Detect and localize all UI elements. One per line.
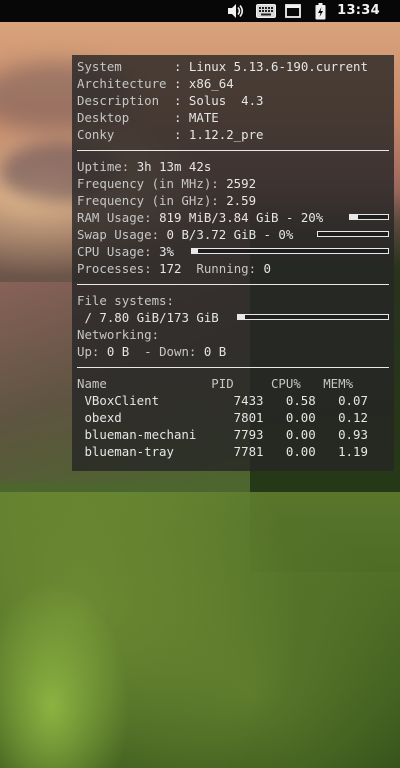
process-header-pid: PID	[211, 376, 271, 391]
cpu-usage-row: CPU Usage: 3%	[77, 243, 389, 260]
process-cpu: 0.00	[263, 410, 316, 425]
networking-label: Networking:	[77, 327, 160, 342]
info-label: Desktop	[77, 110, 167, 125]
divider	[77, 367, 389, 368]
info-row-architecture: Architecture : x86_64	[77, 76, 234, 91]
filesystem-root-bar	[237, 314, 389, 320]
info-value: MATE	[188, 110, 219, 125]
swap-usage-label: Swap Usage:	[77, 227, 160, 242]
battery-charging-icon[interactable]	[313, 2, 327, 20]
processes-value: 172	[159, 261, 182, 276]
processes-label: Processes:	[77, 261, 152, 276]
wallpaper-bush	[0, 582, 130, 768]
filesystem-root-value: / 7.80 GiB/173 GiB	[84, 310, 219, 325]
process-row: blueman-tray 7781 0.00 1.19	[77, 443, 389, 460]
running-value: 0	[263, 261, 272, 276]
processes-row: Processes: 172 Running: 0	[77, 260, 389, 277]
divider	[77, 284, 389, 285]
process-table-header: Name PID CPU% MEM%	[77, 375, 389, 392]
process-header-name: Name	[77, 376, 212, 391]
ram-usage-value: 819 MiB/3.84 GiB - 20%	[159, 210, 324, 225]
info-row-system: System : Linux 5.13.6-190.current	[77, 59, 368, 74]
clock[interactable]: 13:34	[337, 3, 380, 18]
running-label: Running:	[196, 261, 257, 276]
networking-heading-row: Networking:	[77, 326, 389, 343]
frequency-ghz-label: Frequency (in GHz):	[77, 193, 219, 208]
frequency-ghz-value: 2.59	[226, 193, 257, 208]
frequency-mhz-row: Frequency (in MHz): 2592	[77, 175, 389, 192]
process-pid: 7781	[196, 444, 264, 459]
process-row: blueman-mechani 7793 0.00 0.93	[77, 426, 389, 443]
swap-usage-row: Swap Usage: 0 B/3.72 GiB - 0%	[77, 226, 389, 243]
network-up-label: Up:	[77, 344, 100, 359]
info-row-description: Description : Solus 4.3	[77, 93, 264, 108]
network-down-label: - Down:	[144, 344, 197, 359]
process-pid: 7801	[196, 410, 264, 425]
info-label: Conky	[77, 127, 167, 142]
cpu-usage-bar-fill	[192, 249, 198, 253]
info-label: Description	[77, 93, 167, 108]
process-header-cpu: CPU%	[270, 376, 324, 391]
keyboard-icon[interactable]	[255, 2, 277, 20]
process-header-mem: MEM%	[323, 376, 354, 391]
info-value: x86_64	[188, 76, 234, 91]
swap-usage-value: 0 B/3.72 GiB - 0%	[166, 227, 294, 242]
network-down-value: 0 B	[203, 344, 227, 359]
ram-usage-bar	[349, 214, 389, 220]
network-up-value: 0 B	[106, 344, 130, 359]
cpu-usage-label: CPU Usage:	[77, 244, 152, 259]
cpu-usage-bar	[191, 248, 389, 254]
info-label: Architecture	[77, 76, 167, 91]
process-name: VBoxClient	[77, 393, 197, 408]
frequency-mhz-value: 2592	[226, 176, 257, 191]
uptime-row: Uptime: 3h 13m 42s	[77, 158, 389, 175]
volume-icon[interactable]	[226, 2, 246, 20]
info-row-conky: Conky : 1.12.2_pre	[77, 127, 264, 142]
process-mem: 0.93	[315, 427, 368, 442]
process-pid: 7793	[196, 427, 264, 442]
divider	[77, 150, 389, 151]
filesystems-label: File systems:	[77, 293, 174, 308]
process-pid: 7433	[196, 393, 264, 408]
process-mem: 1.19	[315, 444, 368, 459]
process-name: obexd	[77, 410, 197, 425]
info-value: Solus 4.3	[188, 93, 264, 108]
info-value: Linux 5.13.6-190.current	[188, 59, 368, 74]
cpu-usage-value: 3%	[159, 244, 174, 259]
conky-panel: System : Linux 5.13.6-190.current Archit…	[72, 55, 394, 471]
process-cpu: 0.00	[263, 444, 316, 459]
frequency-mhz-label: Frequency (in MHz):	[77, 176, 219, 191]
info-label: System	[77, 59, 167, 74]
uptime-value: 3h 13m 42s	[136, 159, 212, 174]
ram-usage-label: RAM Usage:	[77, 210, 152, 225]
frequency-ghz-row: Frequency (in GHz): 2.59	[77, 192, 389, 209]
process-name: blueman-tray	[77, 444, 197, 459]
filesystems-heading-row: File systems:	[77, 292, 389, 309]
process-row: obexd 7801 0.00 0.12	[77, 409, 389, 426]
process-cpu: 0.00	[263, 427, 316, 442]
top-panel: 13:34	[0, 0, 400, 22]
uptime-label: Uptime:	[77, 159, 130, 174]
window-icon[interactable]	[284, 2, 302, 20]
process-mem: 0.12	[315, 410, 368, 425]
network-traffic-row: Up: 0 B - Down: 0 B	[77, 343, 389, 360]
filesystem-root-bar-fill	[238, 315, 245, 319]
process-row: VBoxClient 7433 0.58 0.07	[77, 392, 389, 409]
ram-usage-bar-fill	[350, 215, 358, 219]
process-table: VBoxClient 7433 0.58 0.07 obexd 7801 0.0…	[77, 392, 389, 460]
process-name: blueman-mechani	[77, 427, 197, 442]
swap-usage-bar	[317, 231, 389, 237]
info-value: 1.12.2_pre	[188, 127, 264, 142]
process-mem: 0.07	[315, 393, 368, 408]
process-cpu: 0.58	[263, 393, 316, 408]
info-row-desktop: Desktop : MATE	[77, 110, 219, 125]
ram-usage-row: RAM Usage: 819 MiB/3.84 GiB - 20%	[77, 209, 389, 226]
filesystem-root-row: / 7.80 GiB/173 GiB	[77, 309, 389, 326]
